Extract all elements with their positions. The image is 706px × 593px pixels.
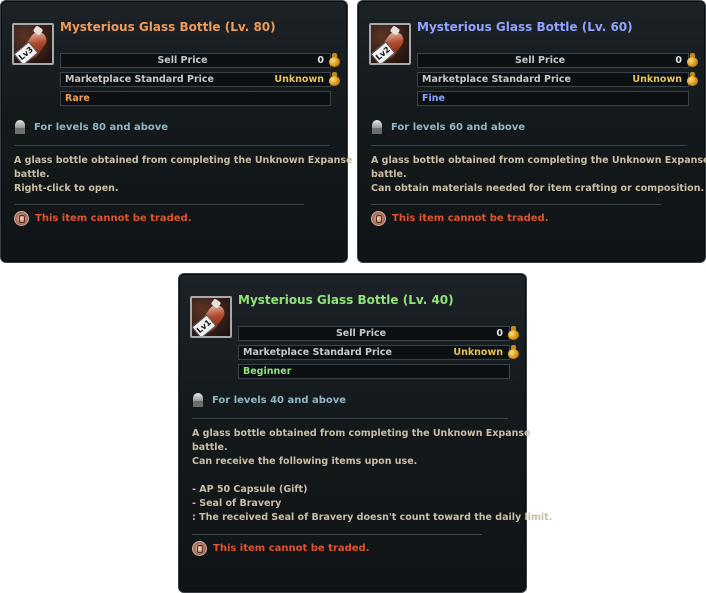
item-description: A glass bottle obtained from completing … [14, 155, 353, 194]
item-title: Mysterious Glass Bottle (Lv. 60) [417, 20, 633, 34]
item-description: A glass bottle obtained from completing … [192, 428, 553, 523]
gold-pouch-icon [507, 325, 519, 341]
marketplace-price-row: Marketplace Standard Price Unknown [238, 345, 519, 360]
lock-icon [371, 211, 386, 226]
gold-pouch-icon [686, 71, 698, 87]
marketplace-price-row: Marketplace Standard Price Unknown [60, 72, 340, 87]
grade-row: Rare [60, 91, 331, 106]
lock-icon [192, 541, 207, 556]
item-title: Mysterious Glass Bottle (Lv. 80) [60, 20, 276, 34]
gold-pouch-icon [507, 344, 519, 360]
item-title: Mysterious Glass Bottle (Lv. 40) [238, 293, 454, 307]
divider [371, 145, 687, 146]
marketplace-price-row: Marketplace Standard Price Unknown [417, 72, 698, 87]
divider [371, 204, 661, 205]
glass-bottle-icon: Lv2 [369, 23, 411, 65]
lock-icon [14, 211, 29, 226]
grade-row: Fine [417, 91, 689, 106]
sell-price-row: Sell Price 0 [60, 53, 340, 68]
divider [14, 204, 304, 205]
helmet-icon [192, 393, 204, 409]
sell-price-row: Sell Price 0 [238, 326, 519, 341]
sell-price-row: Sell Price 0 [417, 53, 698, 68]
gold-pouch-icon [686, 52, 698, 68]
item-tooltip-lv40: Lv1 Mysterious Glass Bottle (Lv. 40) Sel… [178, 273, 552, 593]
divider [14, 145, 330, 146]
gold-pouch-icon [328, 71, 340, 87]
item-description: A glass bottle obtained from completing … [371, 155, 706, 194]
gold-pouch-icon [328, 52, 340, 68]
item-tooltip-lv60: Lv2 Mysterious Glass Bottle (Lv. 60) Sel… [357, 0, 706, 263]
glass-bottle-icon: Lv1 [190, 296, 232, 338]
item-tooltip-lv80: Lv3 Mysterious Glass Bottle (Lv. 80) Sel… [0, 0, 352, 263]
glass-bottle-icon: Lv3 [12, 23, 54, 65]
divider [192, 534, 482, 535]
helmet-icon [371, 120, 383, 136]
helmet-icon [14, 120, 26, 136]
grade-row: Beginner [238, 364, 510, 379]
divider [192, 418, 508, 419]
